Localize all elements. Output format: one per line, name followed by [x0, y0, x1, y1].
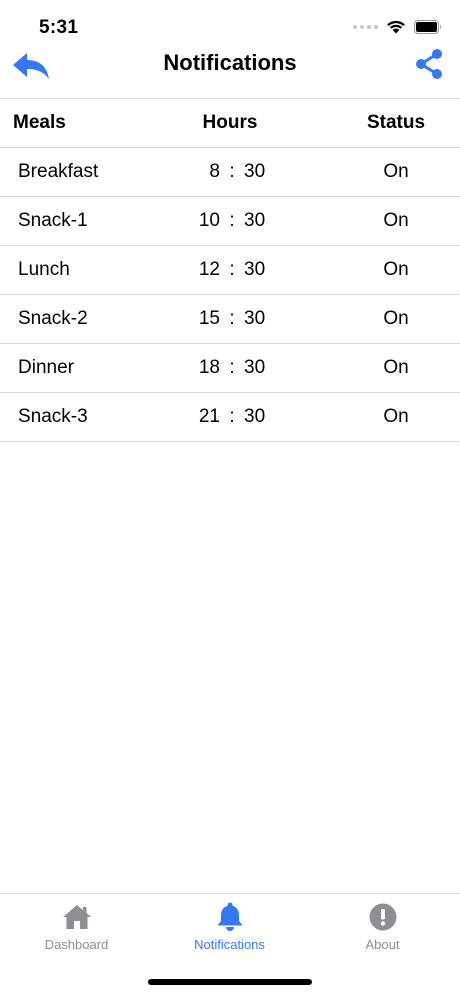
share-button[interactable]: [414, 48, 444, 80]
meal-time[interactable]: 21 : 30: [180, 393, 280, 441]
page-title: Notifications: [163, 50, 297, 75]
tab-about[interactable]: About: [306, 902, 459, 952]
time-minute: 30: [244, 259, 266, 280]
battery-icon: [414, 19, 441, 34]
time-minute: 30: [244, 357, 266, 378]
time-minute: 30: [244, 406, 266, 427]
tab-notifications[interactable]: Notifications: [153, 902, 306, 952]
table-row[interactable]: Lunch 12 : 30 On: [0, 246, 460, 295]
tab-dashboard[interactable]: Dashboard: [0, 902, 153, 952]
meal-name: Breakfast: [18, 161, 99, 182]
meal-time[interactable]: 18 : 30: [180, 344, 280, 392]
status-toggle[interactable]: On: [340, 148, 452, 196]
status-icons: [353, 19, 442, 34]
notifications-table: Meals Hours Status Breakfast 8 : 30 On S…: [0, 99, 460, 442]
meal-name: Snack-3: [18, 406, 88, 427]
table-row[interactable]: Snack-1 10 : 30 On: [0, 197, 460, 246]
time-minute: 30: [244, 161, 266, 182]
table-header: Meals Hours Status: [0, 99, 460, 148]
status-toggle[interactable]: On: [340, 344, 452, 392]
share-icon: [416, 49, 442, 79]
navigation-bar: Notifications: [0, 44, 460, 99]
tab-label: Notifications: [194, 937, 265, 952]
time-separator: :: [229, 357, 235, 378]
status-toggle[interactable]: On: [340, 393, 452, 441]
meal-name: Lunch: [18, 259, 70, 280]
tab-label: Dashboard: [44, 937, 109, 952]
status-toggle[interactable]: On: [340, 197, 452, 245]
time-separator: :: [229, 259, 235, 280]
meal-name: Snack-2: [18, 308, 88, 329]
cellular-signal-icon: [353, 24, 378, 29]
meal-time[interactable]: 15 : 30: [180, 295, 280, 343]
home-icon: [62, 905, 91, 929]
status-time: 5:31: [39, 17, 79, 38]
meal-name: Snack-1: [18, 210, 88, 231]
time-hour: 12: [198, 259, 220, 280]
time-minute: 30: [244, 210, 266, 231]
time-hour: 21: [198, 406, 220, 427]
time-separator: :: [229, 210, 235, 231]
time-separator: :: [229, 161, 235, 182]
wifi-icon: [387, 20, 405, 34]
meal-time[interactable]: 12 : 30: [180, 246, 280, 294]
table-row[interactable]: Snack-2 15 : 30 On: [0, 295, 460, 344]
time-hour: 15: [198, 308, 220, 329]
column-header-meals: Meals: [13, 112, 66, 133]
time-separator: :: [229, 406, 235, 427]
bell-icon: [217, 902, 242, 931]
time-hour: 10: [198, 210, 220, 231]
tab-label: About: [365, 937, 400, 952]
status-toggle[interactable]: On: [340, 246, 452, 294]
status-bar: 5:31: [0, 0, 460, 48]
column-header-hours: Hours: [202, 112, 258, 133]
table-row[interactable]: Breakfast 8 : 30 On: [0, 148, 460, 197]
time-hour: 8: [209, 161, 220, 182]
home-indicator[interactable]: [148, 979, 312, 985]
time-minute: 30: [244, 308, 266, 329]
info-icon: [369, 903, 396, 931]
meal-name: Dinner: [18, 357, 74, 378]
table-row[interactable]: Snack-3 21 : 30 On: [0, 393, 460, 442]
meal-time[interactable]: 8 : 30: [180, 148, 280, 196]
status-toggle[interactable]: On: [340, 295, 452, 343]
meal-time[interactable]: 10 : 30: [180, 197, 280, 245]
table-row[interactable]: Dinner 18 : 30 On: [0, 344, 460, 393]
time-separator: :: [229, 308, 235, 329]
column-header-status: Status: [366, 112, 426, 133]
time-hour: 18: [198, 357, 220, 378]
